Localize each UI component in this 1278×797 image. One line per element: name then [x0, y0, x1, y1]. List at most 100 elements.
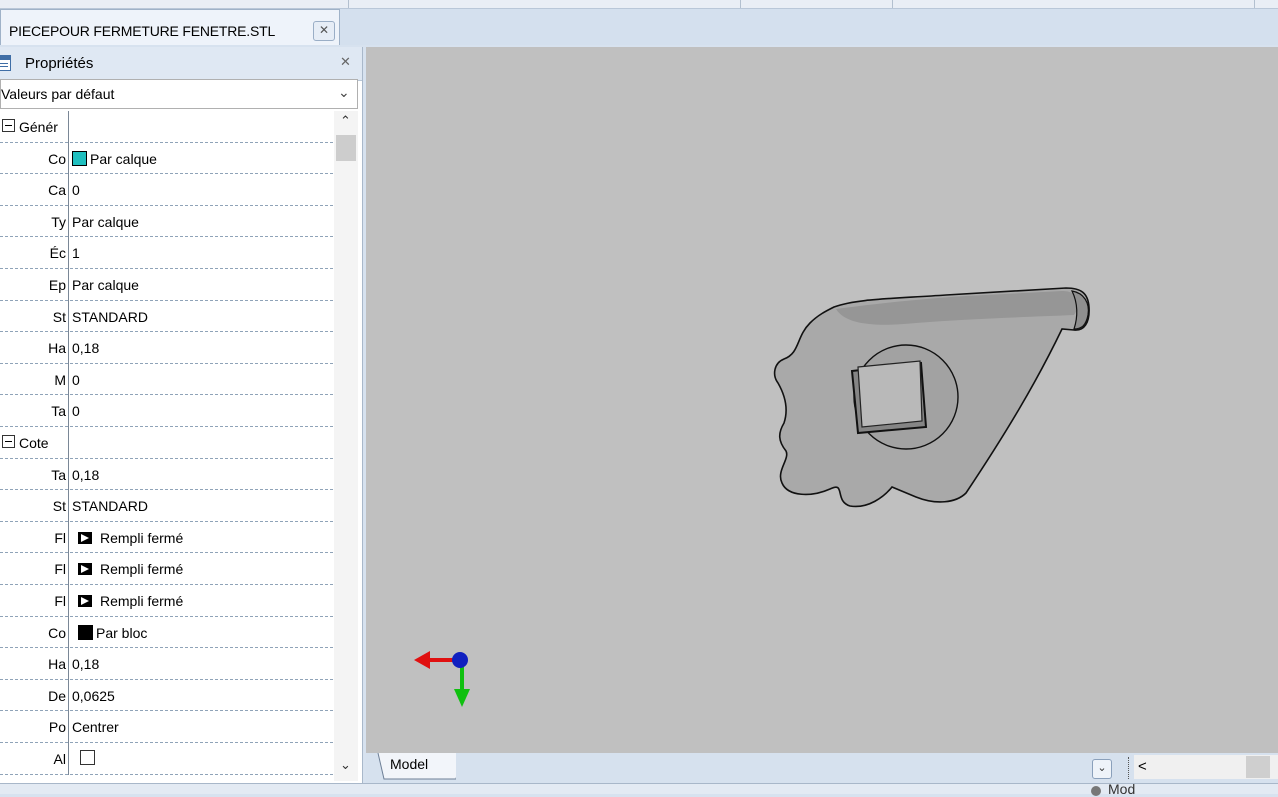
drawing-viewport[interactable]: [366, 47, 1278, 753]
toolbar-separator: [740, 0, 741, 8]
property-row[interactable]: Ca 0: [0, 174, 333, 206]
property-row[interactable]: Al: [0, 743, 333, 775]
property-row[interactable]: Ta 0,18: [0, 459, 333, 491]
property-name-text: Fl: [54, 561, 66, 578]
property-name: Ta: [0, 459, 68, 490]
property-row[interactable]: Fl Rempli fermé: [0, 553, 333, 585]
tab-model[interactable]: Model: [376, 753, 456, 780]
properties-panel-title: Propriétés: [25, 55, 94, 72]
property-name: Fl: [0, 522, 68, 553]
property-name-text: Co: [48, 150, 66, 167]
chevron-down-icon[interactable]: ⌄: [1092, 759, 1112, 779]
layout-tab-bar: Model ⌄ <: [366, 753, 1278, 783]
property-value-text: Par calque: [90, 150, 157, 167]
property-row[interactable]: M 0: [0, 364, 333, 396]
property-name-text: Ep: [48, 277, 66, 293]
collapse-icon[interactable]: [2, 119, 15, 132]
category-row-general[interactable]: Génér: [0, 111, 333, 143]
property-value[interactable]: 0,18: [72, 467, 99, 483]
document-tab[interactable]: PIECEPOUR FERMETURE FENETRE.STL ✕: [0, 9, 340, 45]
properties-panel: Propriétés ✕ Valeurs par défaut ⌄ Génér …: [0, 47, 363, 783]
property-value[interactable]: Par calque: [72, 277, 139, 293]
property-row[interactable]: Co Par calque: [0, 143, 333, 175]
checkbox[interactable]: [80, 750, 95, 765]
property-value[interactable]: 0: [72, 372, 80, 388]
property-row[interactable]: Ha 0,18: [0, 648, 333, 680]
property-value-text: Par bloc: [96, 624, 148, 641]
property-name-text: Ha: [48, 340, 66, 357]
property-row[interactable]: Ty Par calque: [0, 206, 333, 238]
property-value[interactable]: Par calque: [72, 214, 139, 230]
property-name: Al: [0, 743, 68, 774]
collapse-icon[interactable]: [2, 435, 15, 448]
category-value-area: [70, 427, 333, 458]
property-name: Ta: [0, 395, 68, 426]
chevron-down-icon[interactable]: ⌄: [340, 757, 351, 773]
grid-column-divider[interactable]: [68, 111, 69, 775]
property-row[interactable]: Fl Rempli fermé: [0, 585, 333, 617]
property-row[interactable]: Co Par bloc: [0, 617, 333, 649]
property-row[interactable]: De 0,0625: [0, 680, 333, 712]
color-swatch-icon: [72, 150, 87, 166]
property-value[interactable]: 0,18: [72, 340, 99, 356]
vertical-scrollbar[interactable]: ⌃ ⌄: [334, 111, 358, 781]
property-value[interactable]: [80, 750, 95, 768]
splitter-handle[interactable]: [1128, 757, 1130, 779]
property-value[interactable]: Par bloc: [78, 624, 148, 641]
property-value[interactable]: Centrer: [72, 719, 119, 735]
category-header: Cote: [0, 427, 68, 458]
property-value-text: Rempli fermé: [100, 593, 184, 609]
scrollbar-thumb[interactable]: [336, 135, 356, 161]
property-value[interactable]: STANDARD: [72, 309, 148, 325]
property-value[interactable]: 0,0625: [72, 688, 115, 704]
property-value[interactable]: Rempli fermé: [78, 561, 183, 577]
property-value[interactable]: Par calque: [72, 150, 157, 167]
chevron-down-icon[interactable]: ⌄: [338, 84, 350, 101]
property-row[interactable]: St STANDARD: [0, 301, 333, 333]
property-row[interactable]: Ta 0: [0, 395, 333, 427]
toolbar-separator: [892, 0, 893, 8]
property-row[interactable]: Fl Rempli fermé: [0, 522, 333, 554]
property-value-text: Rempli fermé: [100, 561, 184, 578]
property-value[interactable]: STANDARD: [72, 498, 148, 514]
property-name-text: Éc: [49, 245, 66, 262]
chevron-up-icon[interactable]: ⌃: [340, 113, 351, 129]
properties-panel-header: Propriétés ✕: [0, 47, 362, 81]
property-name-text: De: [48, 687, 66, 704]
property-value[interactable]: 0: [72, 403, 80, 419]
status-bar: Mod: [0, 781, 1278, 797]
tab-model-label: Model: [390, 756, 429, 772]
close-icon[interactable]: ✕: [340, 54, 351, 70]
close-icon[interactable]: ✕: [313, 21, 335, 41]
property-value[interactable]: Rempli fermé: [78, 593, 183, 609]
property-name-text: St: [52, 308, 66, 325]
arrowhead-icon: [78, 563, 92, 576]
property-name: Ty: [0, 206, 68, 237]
property-name-text: St: [52, 498, 66, 515]
property-name: Éc: [0, 237, 68, 268]
properties-selection-dropdown[interactable]: Valeurs par défaut ⌄: [0, 79, 358, 109]
category-row-cote[interactable]: Cote: [0, 427, 333, 459]
property-value[interactable]: Rempli fermé: [78, 530, 183, 546]
axes-gizmo[interactable]: [410, 647, 480, 711]
property-value[interactable]: 1: [72, 245, 80, 261]
arrowhead-icon: [78, 595, 92, 607]
property-value[interactable]: 0: [72, 182, 80, 198]
property-row[interactable]: Ep Par calque: [0, 269, 333, 301]
property-name-text: Co: [48, 624, 66, 641]
scrollbar-thumb[interactable]: [1246, 756, 1270, 778]
property-row[interactable]: Éc 1: [0, 237, 333, 269]
property-name-text: Fl: [54, 529, 66, 546]
property-name: De: [0, 680, 68, 711]
property-value[interactable]: 0,18: [72, 656, 99, 672]
property-name: Fl: [0, 585, 68, 616]
chevron-left-icon[interactable]: <: [1138, 758, 1147, 775]
horizontal-scrollbar[interactable]: <: [1134, 755, 1278, 779]
property-name-text: Ha: [48, 656, 66, 673]
property-row[interactable]: Po Centrer: [0, 711, 333, 743]
color-swatch-icon: [78, 624, 93, 640]
status-indicator-icon: [1091, 786, 1101, 796]
property-row[interactable]: Ha 0,18: [0, 332, 333, 364]
property-row[interactable]: St STANDARD: [0, 490, 333, 522]
property-name: Ha: [0, 332, 68, 363]
